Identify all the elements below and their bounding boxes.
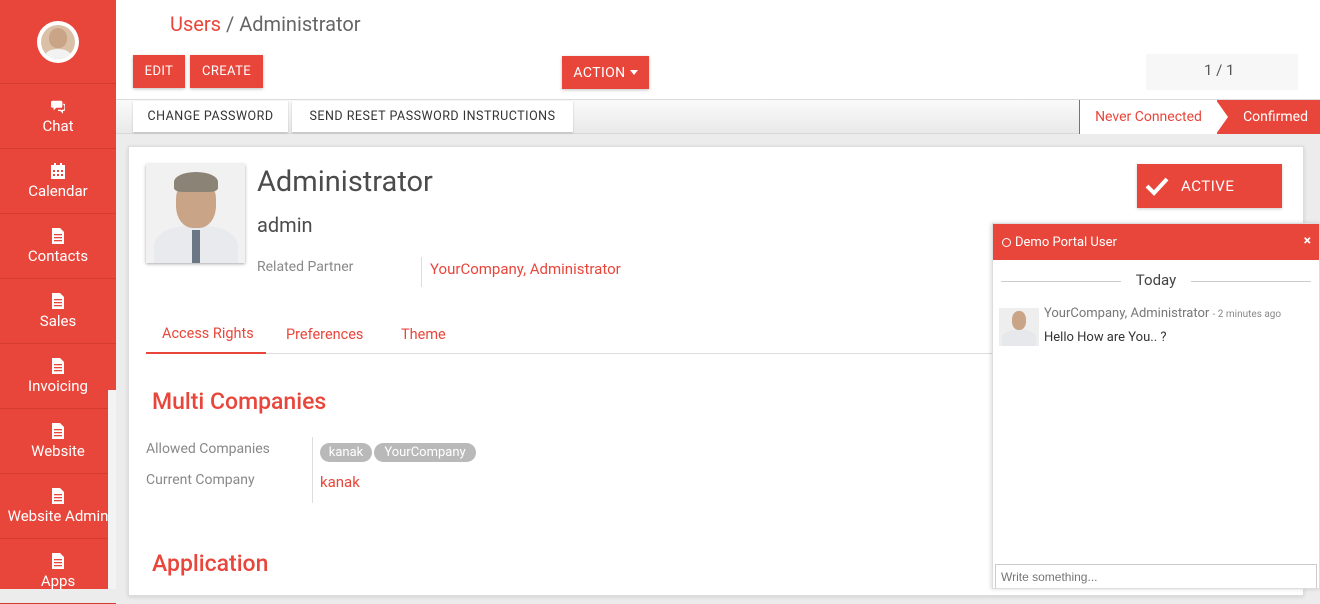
control-panel: Users / Administrator EDIT CREATE ACTION… (116, 0, 1320, 100)
chat-header[interactable]: Demo Portal User × (993, 224, 1319, 260)
sidebar-item-label: Chat (42, 116, 74, 135)
send-reset-password-button[interactable]: SEND RESET PASSWORD INSTRUCTIONS (292, 101, 573, 132)
edit-button[interactable]: EDIT (133, 55, 185, 88)
field-separator (421, 257, 422, 287)
user-avatar-area (0, 0, 116, 84)
tab-preferences[interactable]: Preferences (286, 315, 363, 354)
chat-window: Demo Portal User × Today YourCompany, Ad… (992, 223, 1320, 589)
close-icon[interactable]: × (1304, 233, 1311, 249)
check-icon (1145, 177, 1169, 196)
field-separator (312, 437, 313, 503)
user-name: Administrator (257, 165, 433, 199)
tab-theme[interactable]: Theme (401, 315, 446, 354)
multi-companies-title: Multi Companies (152, 388, 327, 415)
file-icon (51, 227, 65, 244)
file-icon (51, 292, 65, 309)
sidebar-item-invoicing[interactable]: Invoicing (0, 344, 116, 409)
related-partner-label: Related Partner (257, 259, 354, 275)
action-dropdown-button[interactable]: ACTION (562, 56, 649, 89)
avatar[interactable] (37, 20, 79, 63)
message-author[interactable]: YourCompany, Administrator (1044, 306, 1209, 321)
chat-message-input[interactable] (995, 564, 1317, 588)
tab-access-rights[interactable]: Access Rights (146, 315, 266, 354)
sidebar-item-label: Website Admin (7, 506, 109, 525)
comments-icon (51, 98, 65, 114)
chat-title: Demo Portal User (1015, 234, 1117, 250)
company-tag[interactable]: kanak (320, 443, 372, 462)
status-circle-icon (1002, 237, 1011, 247)
file-icon (51, 552, 65, 569)
message-author-line: YourCompany, Administrator - 2 minutes a… (1044, 306, 1281, 321)
current-company-label: Current Company (146, 472, 255, 488)
breadcrumb-current: Administrator (239, 12, 361, 36)
status-bar: CHANGE PASSWORD SEND RESET PASSWORD INST… (116, 100, 1320, 134)
sidebar-item-label: Invoicing (28, 376, 88, 395)
action-label: ACTION (573, 64, 626, 81)
sidebar-item-label: Website (31, 441, 85, 460)
message-avatar (999, 308, 1039, 346)
company-tag[interactable]: YourCompany (374, 443, 476, 462)
pager-value[interactable]: 1 / 1 (1204, 61, 1235, 79)
file-icon (51, 357, 65, 374)
change-password-button[interactable]: CHANGE PASSWORD (133, 101, 288, 132)
sidebar-item-chat[interactable]: Chat (0, 84, 116, 149)
sidebar-item-label: Apps (40, 571, 76, 590)
sidebar-item-apps[interactable]: Apps (0, 539, 116, 604)
sidebar-item-label: Contacts (27, 246, 89, 265)
sidebar-item-sales[interactable]: Sales (0, 279, 116, 344)
breadcrumb: Users / Administrator (170, 12, 361, 36)
file-icon (51, 487, 65, 504)
breadcrumb-separator: / (225, 12, 235, 36)
related-partner-link[interactable]: YourCompany, Administrator (430, 260, 621, 278)
day-separator: Today (993, 271, 1319, 295)
stage-never-connected[interactable]: Never Connected (1079, 100, 1217, 134)
status-stages: Never Connected Confirmed (1079, 100, 1320, 134)
sidebar-item-label: Calendar (28, 181, 88, 200)
current-company-link[interactable]: kanak (320, 473, 360, 491)
file-icon (51, 422, 65, 439)
message-body: Hello How are You.. ? (1044, 330, 1167, 345)
sidebar-item-label: Sales (39, 311, 77, 330)
calendar-icon (51, 162, 65, 179)
user-login: admin (257, 213, 313, 237)
active-toggle-button[interactable]: ACTIVE (1137, 164, 1282, 208)
create-button[interactable]: CREATE (190, 55, 263, 88)
message-time: - 2 minutes ago (1212, 309, 1282, 320)
sidebar-item-calendar[interactable]: Calendar (0, 149, 116, 214)
sidebar-item-website-admin[interactable]: Website Admin (0, 474, 116, 539)
active-label: ACTIVE (1181, 177, 1235, 195)
caret-down-icon (629, 70, 638, 75)
allowed-companies-label: Allowed Companies (146, 441, 270, 457)
sidebar-scrollbar[interactable] (108, 390, 116, 589)
app-sidebar: Chat Calendar Contacts Sales Invoicing W… (0, 0, 116, 604)
sidebar-item-contacts[interactable]: Contacts (0, 214, 116, 279)
sidebar-item-website[interactable]: Website (0, 409, 116, 474)
user-photo[interactable] (146, 164, 245, 263)
breadcrumb-users-link[interactable]: Users (170, 12, 221, 36)
application-title: Application (152, 550, 269, 577)
stage-confirmed[interactable]: Confirmed (1216, 100, 1320, 134)
